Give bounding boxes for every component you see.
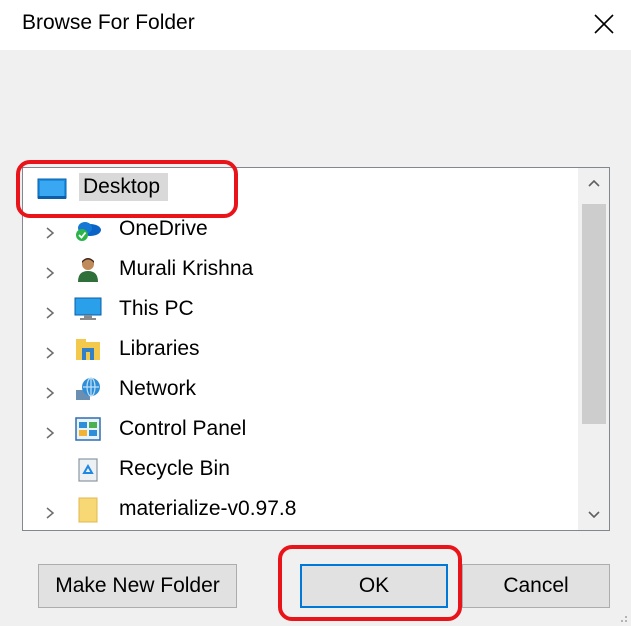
- tree-item-label: OneDrive: [119, 217, 208, 240]
- tree-item-control-panel[interactable]: Control Panel: [23, 410, 575, 448]
- tree-item-label: Network: [119, 377, 197, 400]
- tree-item-desktop[interactable]: Desktop: [23, 170, 575, 208]
- dialog-title: Browse For Folder: [22, 11, 195, 34]
- tree-item-user[interactable]: Murali Krishna: [23, 250, 575, 288]
- chevron-right-icon[interactable]: [43, 382, 57, 399]
- tree-item-folder[interactable]: materialize-v0.97.8: [23, 490, 575, 528]
- scroll-down-button[interactable]: [579, 500, 609, 530]
- chevron-right-icon[interactable]: [43, 222, 57, 239]
- chevron-up-icon: [588, 179, 600, 187]
- tree-item-label: Desktop: [79, 173, 169, 201]
- folder-tree[interactable]: Desktop OneDrive Murali Krishna This PC …: [22, 167, 610, 531]
- tree-item-label: materialize-v0.97.8: [119, 497, 297, 520]
- cancel-button[interactable]: Cancel: [462, 564, 610, 608]
- tree-item-network[interactable]: Network: [23, 370, 575, 408]
- tree-item-this-pc[interactable]: This PC: [23, 290, 575, 328]
- user-icon: [73, 255, 103, 283]
- folder-icon: [73, 495, 103, 523]
- tree-item-recycle-bin[interactable]: Recycle Bin: [23, 450, 575, 488]
- scroll-thumb[interactable]: [582, 204, 606, 424]
- chevron-right-icon[interactable]: [43, 422, 57, 439]
- close-button[interactable]: [588, 8, 620, 40]
- chevron-right-icon[interactable]: [43, 262, 57, 279]
- onedrive-icon: [73, 215, 103, 243]
- ok-button[interactable]: OK: [300, 564, 448, 608]
- tree-item-onedrive[interactable]: OneDrive: [23, 210, 575, 248]
- title-bar: Browse For Folder: [0, 0, 631, 50]
- tree-item-libraries[interactable]: Libraries: [23, 330, 575, 368]
- close-icon: [594, 14, 614, 34]
- tree-item-label: Murali Krishna: [119, 257, 254, 280]
- tree-item-label: Control Panel: [119, 417, 247, 440]
- chevron-right-icon[interactable]: [43, 502, 57, 519]
- desktop-icon: [37, 175, 67, 203]
- chevron-right-icon[interactable]: [43, 302, 57, 319]
- tree-item-label: Recycle Bin: [119, 457, 230, 480]
- make-new-folder-button[interactable]: Make New Folder: [38, 564, 237, 608]
- chevron-down-icon: [588, 511, 600, 519]
- control-panel-icon: [73, 415, 103, 443]
- libraries-icon: [73, 335, 103, 363]
- chevron-right-icon[interactable]: [43, 342, 57, 359]
- tree-item-label: Libraries: [119, 337, 200, 360]
- scroll-up-button[interactable]: [579, 168, 609, 198]
- recycle-bin-icon: [73, 455, 103, 483]
- vertical-scrollbar[interactable]: [578, 168, 609, 530]
- network-icon: [73, 375, 103, 403]
- tree-item-label: This PC: [119, 297, 194, 320]
- computer-icon: [73, 295, 103, 323]
- resize-grip-icon[interactable]: [616, 611, 628, 623]
